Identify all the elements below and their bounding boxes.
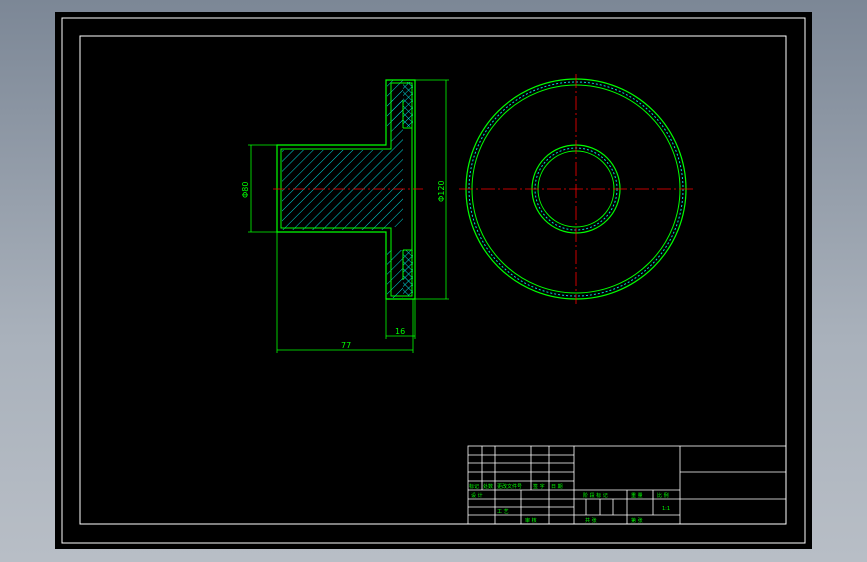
outer-diameter-label: Φ120: [437, 180, 446, 202]
tb-scale-label: 比 例: [657, 492, 669, 499]
section-view: Φ80 Φ120 16 77: [241, 79, 449, 353]
tb-header-sign: 签 字: [533, 483, 545, 490]
tb-process-label: 工 艺: [497, 509, 509, 515]
tb-header-date: 日 期: [551, 484, 563, 490]
tb-sheet-count-label: 共 张: [585, 517, 597, 524]
flange-hatch-lower: [387, 250, 403, 298]
tb-header-count: 处数: [483, 483, 493, 490]
tb-designer-label: 设 计: [471, 492, 483, 499]
tb-stage-label: 阶 段 标 记: [583, 492, 608, 499]
dimension-flange-thickness: 16: [385, 299, 416, 339]
flange-hatch-upper: [387, 80, 403, 128]
tb-header-mark: 标记: [469, 483, 479, 490]
title-block-text: 标记 处数 更改文件号 签 字 日 期 设 计 阶 段 标 记 重 量 比 例 …: [469, 483, 670, 524]
tb-approve-label: 审 核: [525, 517, 537, 524]
tb-sheet-number-label: 第 张: [631, 517, 643, 524]
hub-section-hatch: [282, 100, 403, 230]
tb-weight-label: 重 量: [631, 492, 643, 499]
tb-scale-value: 1:1: [662, 506, 670, 512]
total-length-label: 77: [341, 341, 351, 350]
dimension-outer-diameter: Φ120: [415, 79, 449, 300]
inner-diameter-label: Φ80: [241, 182, 250, 198]
drawing-sheet: Φ80 Φ120 16 77 标记 处数 更改文件号 签 字 日 期 设 计 阶…: [55, 12, 812, 549]
flange-thickness-label: 16: [395, 327, 405, 336]
front-view: [459, 74, 693, 304]
tb-header-change-doc: 更改文件号: [497, 483, 522, 490]
cad-canvas: Φ80 Φ120 16 77 标记 处数 更改文件号 签 字 日 期 设 计 阶…: [61, 17, 806, 544]
dimension-inner-diameter: Φ80: [241, 144, 277, 233]
outer-border: [61, 17, 806, 544]
